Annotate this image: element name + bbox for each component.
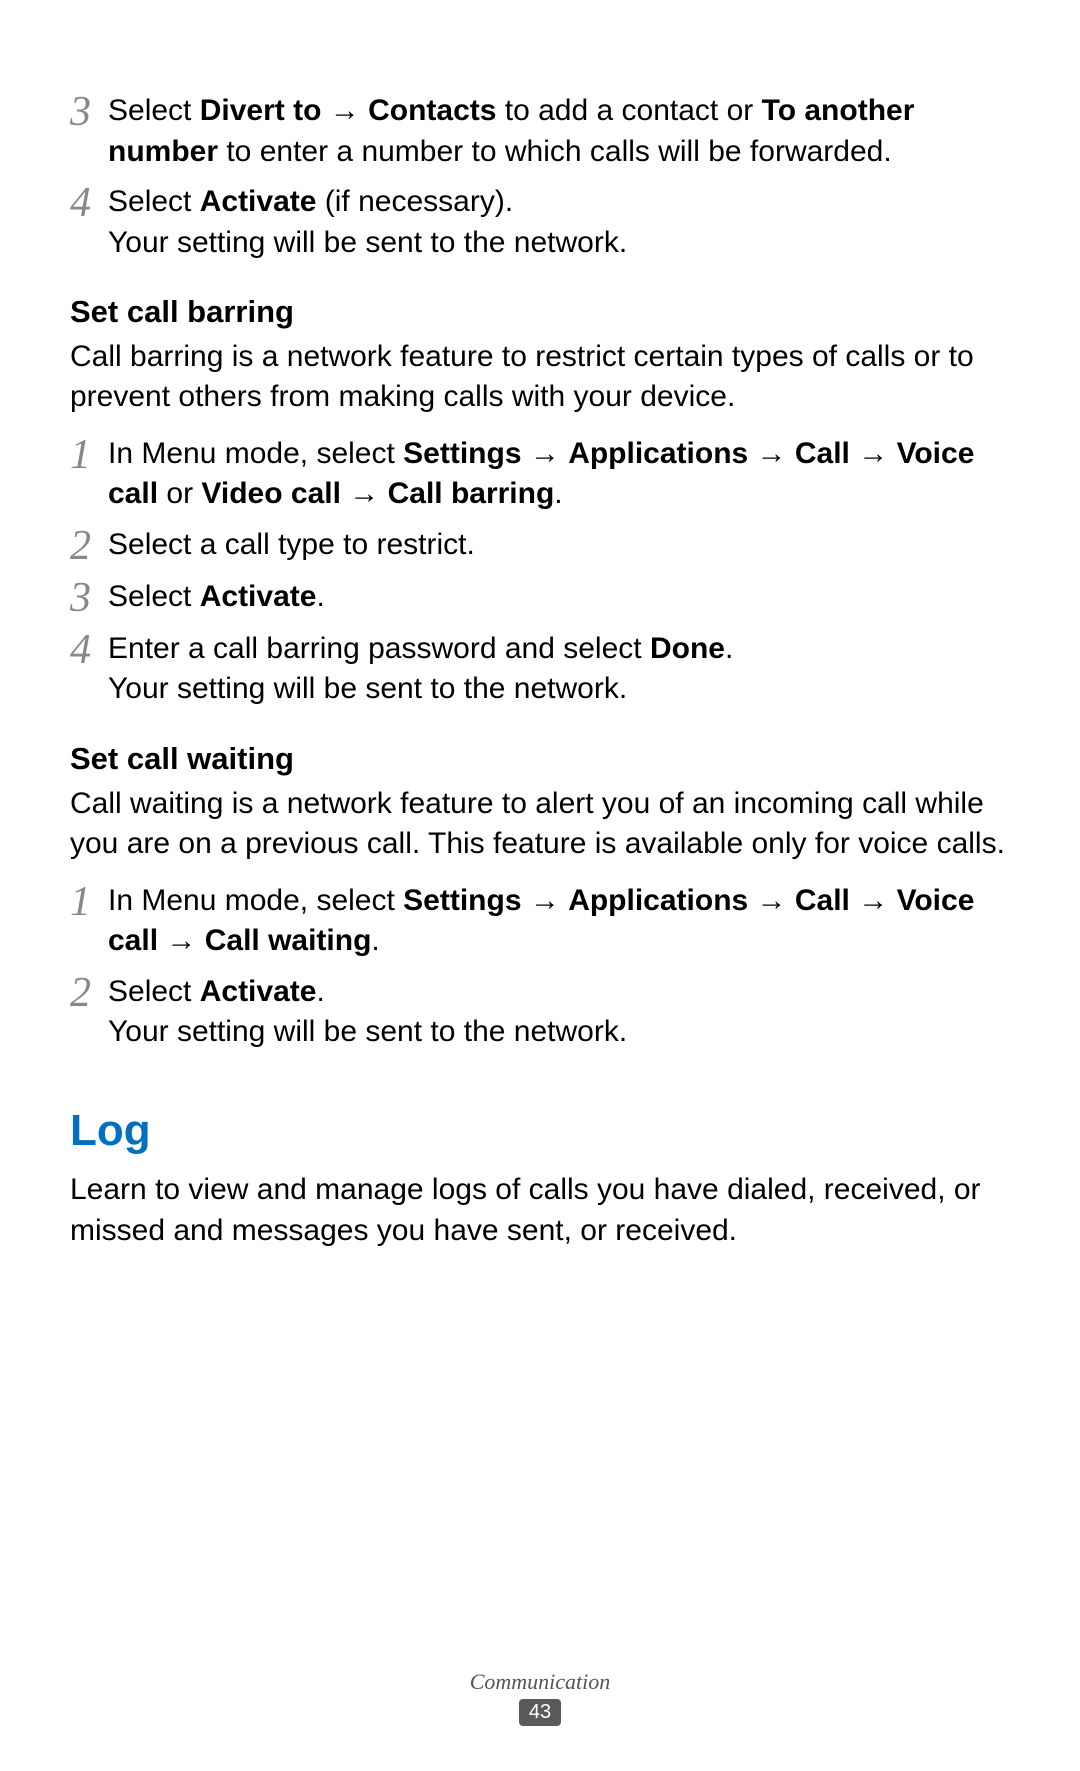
footer-section-name: Communication	[0, 1669, 1080, 1695]
heading-call-waiting: Set call waiting	[70, 738, 1010, 780]
step-text: Enter a call barring password and select…	[108, 627, 1010, 710]
step-text: Select Activate.Your setting will be sen…	[108, 970, 1010, 1053]
page-number-badge: 43	[519, 1699, 561, 1726]
steps-barring: 1In Menu mode, select Settings → Applica…	[70, 432, 1010, 710]
heading-call-barring: Set call barring	[70, 291, 1010, 333]
step-item: 1In Menu mode, select Settings → Applica…	[70, 432, 1010, 515]
desc-call-barring: Call barring is a network feature to res…	[70, 337, 1010, 418]
page-footer: Communication 43	[0, 1669, 1080, 1726]
step-number: 1	[70, 881, 108, 923]
step-text: Select Activate.	[108, 575, 1010, 618]
step-item: 4Select Activate (if necessary).Your set…	[70, 180, 1010, 263]
step-number: 4	[70, 182, 108, 224]
step-text: In Menu mode, select Settings → Applicat…	[108, 432, 1010, 515]
step-item: 1In Menu mode, select Settings → Applica…	[70, 879, 1010, 962]
step-item: 3Select Divert to → Contacts to add a co…	[70, 89, 1010, 172]
steps-waiting: 1In Menu mode, select Settings → Applica…	[70, 879, 1010, 1053]
step-text: Select Activate (if necessary).Your sett…	[108, 180, 1010, 263]
step-item: 4Enter a call barring password and selec…	[70, 627, 1010, 710]
step-number: 4	[70, 629, 108, 671]
step-text: Select Divert to → Contacts to add a con…	[108, 89, 1010, 172]
page-content: 3Select Divert to → Contacts to add a co…	[70, 89, 1010, 1251]
step-number: 2	[70, 525, 108, 567]
step-text: In Menu mode, select Settings → Applicat…	[108, 879, 1010, 962]
step-number: 1	[70, 434, 108, 476]
step-number: 3	[70, 577, 108, 619]
step-item: 3Select Activate.	[70, 575, 1010, 619]
step-item: 2Select Activate.Your setting will be se…	[70, 970, 1010, 1053]
step-number: 2	[70, 972, 108, 1014]
desc-call-waiting: Call waiting is a network feature to ale…	[70, 784, 1010, 865]
desc-log: Learn to view and manage logs of calls y…	[70, 1170, 1010, 1251]
steps-top: 3Select Divert to → Contacts to add a co…	[70, 89, 1010, 263]
step-item: 2Select a call type to restrict.	[70, 523, 1010, 567]
step-text: Select a call type to restrict.	[108, 523, 1010, 566]
heading-log: Log	[70, 1101, 1010, 1160]
step-number: 3	[70, 91, 108, 133]
